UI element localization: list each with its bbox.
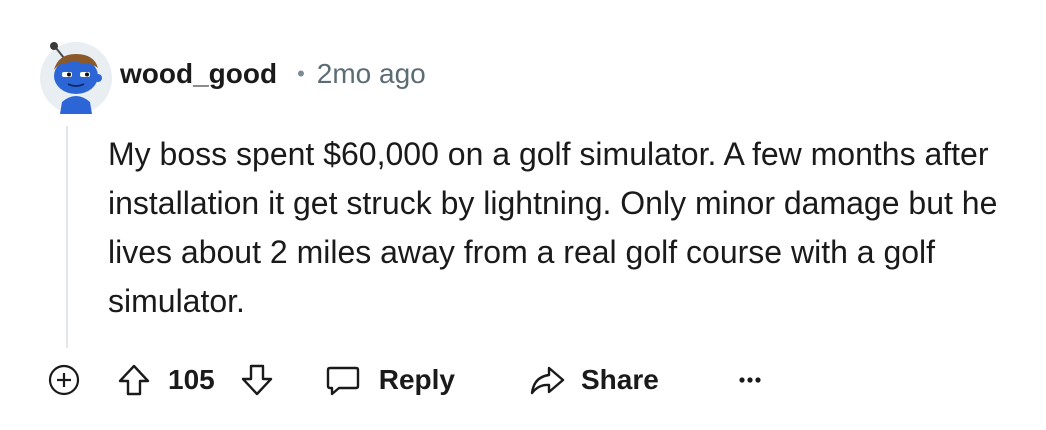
share-label: Share (580, 364, 659, 395)
arrow-down-icon[interactable] (237, 360, 277, 400)
speech-bubble-icon (323, 360, 363, 400)
reply-label: Reply (378, 364, 455, 395)
vote-score: 105 (168, 364, 215, 395)
plus-circle-icon[interactable] (44, 360, 84, 400)
timestamp[interactable]: 2mo ago (317, 58, 426, 90)
comment-body: My boss spent $60,000 on a golf simulato… (108, 136, 998, 319)
avatar[interactable] (36, 36, 116, 116)
comment-header: wood_good • 2mo ago (120, 54, 426, 94)
comment: wood_good • 2mo ago My boss spent $60,00… (0, 0, 1046, 430)
username[interactable]: wood_good (120, 58, 277, 90)
separator-dot: • (297, 61, 305, 86)
share-button[interactable]: Share (527, 360, 659, 400)
ellipsis-icon[interactable] (735, 365, 765, 395)
comment-actions: 105 Reply Share (44, 352, 1024, 408)
avatar-image (40, 42, 112, 114)
arrow-up-icon[interactable] (114, 360, 154, 400)
reply-button[interactable]: Reply (323, 360, 455, 400)
thread-line[interactable] (66, 126, 68, 348)
share-arrow-icon (527, 360, 567, 400)
